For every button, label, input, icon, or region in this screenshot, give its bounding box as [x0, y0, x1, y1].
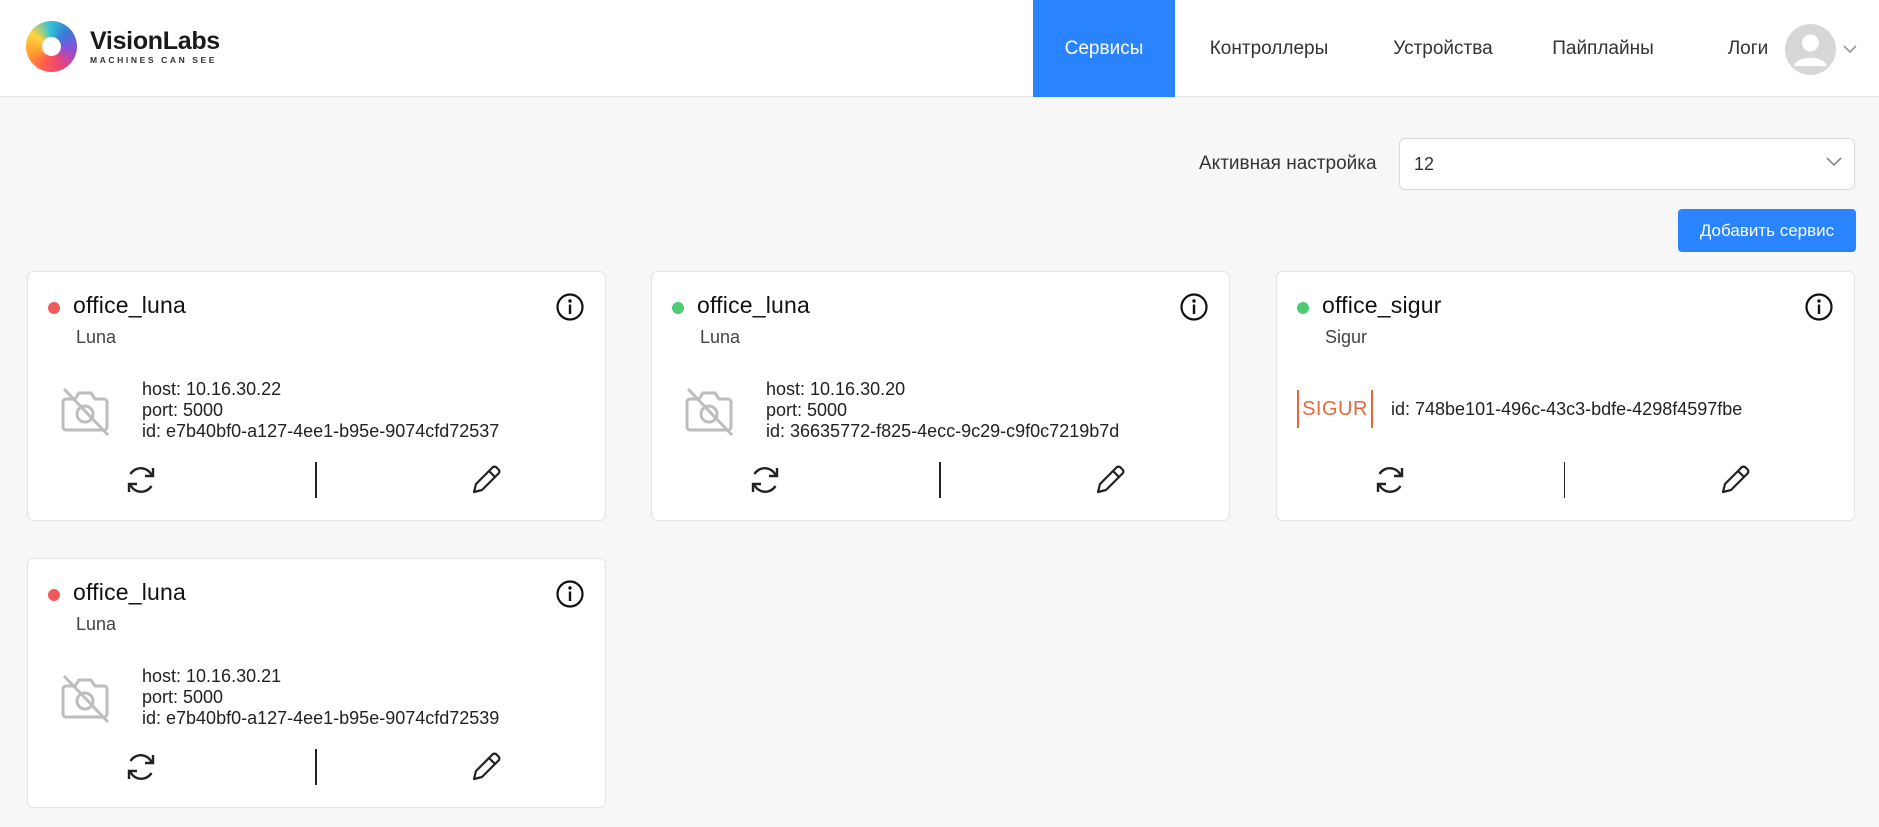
edit-pencil-icon[interactable] — [1717, 462, 1753, 498]
nav-devices[interactable]: Устройства — [1363, 0, 1523, 97]
sigur-logo: SIGUR — [1297, 390, 1373, 428]
service-name: office_sigur — [1322, 292, 1442, 318]
service-type: Luna — [76, 327, 117, 347]
nav-pipelines[interactable]: Пайплайны — [1523, 0, 1683, 97]
service-host: host: 10.16.30.21 — [142, 666, 282, 686]
service-name: office_luna — [73, 292, 187, 318]
camera-off-icon — [61, 387, 110, 437]
avatar[interactable] — [1785, 24, 1836, 75]
service-id: id: 748be101-496c-43c3-bdfe-4298f4597fbe — [1391, 399, 1743, 419]
edit-pencil-icon[interactable] — [468, 462, 504, 498]
action-divider — [1564, 462, 1565, 498]
nav-services[interactable]: Сервисы — [1033, 0, 1175, 97]
card-actions — [28, 462, 605, 498]
edit-pencil-icon[interactable] — [1092, 462, 1128, 498]
edit-pencil-icon[interactable] — [468, 749, 504, 785]
status-dot — [672, 302, 684, 314]
refresh-icon[interactable] — [123, 462, 159, 498]
service-name: office_luna — [697, 292, 811, 318]
add-service-button[interactable]: Добавить сервис — [1678, 209, 1856, 252]
camera-off-icon — [685, 387, 734, 437]
service-type: Luna — [76, 614, 117, 634]
service-type: Luna — [700, 327, 741, 347]
card-actions — [28, 749, 605, 785]
active-setting-select[interactable]: 12 — [1399, 138, 1855, 190]
service-id: id: 36635772-f825-4ecc-9c29-c9f0c7219b7d — [766, 421, 1120, 441]
service-card: office_luna Luna host: 10.16.30.22 port:… — [27, 271, 606, 521]
card-actions — [652, 462, 1229, 498]
logo-text: VisionLabs MACHINES CAN SEE — [90, 28, 220, 65]
user-menu[interactable] — [1785, 24, 1857, 75]
user-icon — [1794, 34, 1827, 66]
service-host: host: 10.16.30.22 — [142, 379, 282, 399]
service-card: office_luna Luna host: 10.16.30.21 port:… — [27, 558, 606, 808]
action-divider — [315, 462, 317, 498]
info-icon[interactable] — [555, 292, 585, 322]
service-port: port: 5000 — [142, 687, 224, 707]
info-icon[interactable] — [1179, 292, 1209, 322]
camera-off-icon — [61, 674, 110, 724]
chevron-down-icon[interactable] — [1843, 45, 1857, 54]
refresh-icon[interactable] — [123, 749, 159, 785]
main-nav: Сервисы Контроллеры Устройства Пайплайны… — [1033, 0, 1813, 97]
service-host: host: 10.16.30.20 — [766, 379, 906, 399]
status-dot — [48, 302, 60, 314]
chevron-down-icon — [1826, 157, 1842, 167]
active-setting-label: Активная настройка — [1199, 153, 1377, 174]
refresh-icon[interactable] — [747, 462, 783, 498]
status-dot — [48, 589, 60, 601]
nav-controllers[interactable]: Контроллеры — [1175, 0, 1363, 97]
service-port: port: 5000 — [142, 400, 224, 420]
refresh-icon[interactable] — [1372, 462, 1408, 498]
logo-name: VisionLabs — [90, 27, 220, 55]
service-port: port: 5000 — [766, 400, 848, 420]
service-details: host: 10.16.30.20 port: 5000 id: 3663577… — [766, 379, 1119, 442]
action-divider — [315, 749, 317, 785]
active-setting-value: 12 — [1414, 154, 1435, 174]
visionlabs-logo[interactable]: VisionLabs MACHINES CAN SEE — [26, 21, 220, 72]
service-card: office_luna Luna host: 10.16.30.20 port:… — [651, 271, 1230, 521]
service-details: host: 10.16.30.22 port: 5000 id: e7b40bf… — [142, 379, 499, 442]
service-type: Sigur — [1325, 327, 1368, 347]
logo-tagline: MACHINES CAN SEE — [90, 55, 218, 65]
service-id: id: e7b40bf0-a127-4ee1-b95e-9074cfd72537 — [142, 421, 500, 441]
service-id: id: e7b40bf0-a127-4ee1-b95e-9074cfd72539 — [142, 708, 500, 728]
action-divider — [939, 462, 941, 498]
card-actions — [1277, 462, 1854, 498]
top-header: VisionLabs MACHINES CAN SEE Сервисы Конт… — [0, 0, 1879, 97]
service-details: host: 10.16.30.21 port: 5000 id: e7b40bf… — [142, 666, 499, 729]
sigur-logo-text: SIGUR — [1302, 397, 1368, 420]
info-icon[interactable] — [555, 579, 585, 609]
logo-mark-icon — [26, 21, 77, 72]
service-name: office_luna — [73, 579, 187, 605]
info-icon[interactable] — [1804, 292, 1834, 322]
status-dot — [1297, 302, 1309, 314]
service-card: office_sigur Sigur SIGUR id: 748be101-49… — [1276, 271, 1855, 521]
